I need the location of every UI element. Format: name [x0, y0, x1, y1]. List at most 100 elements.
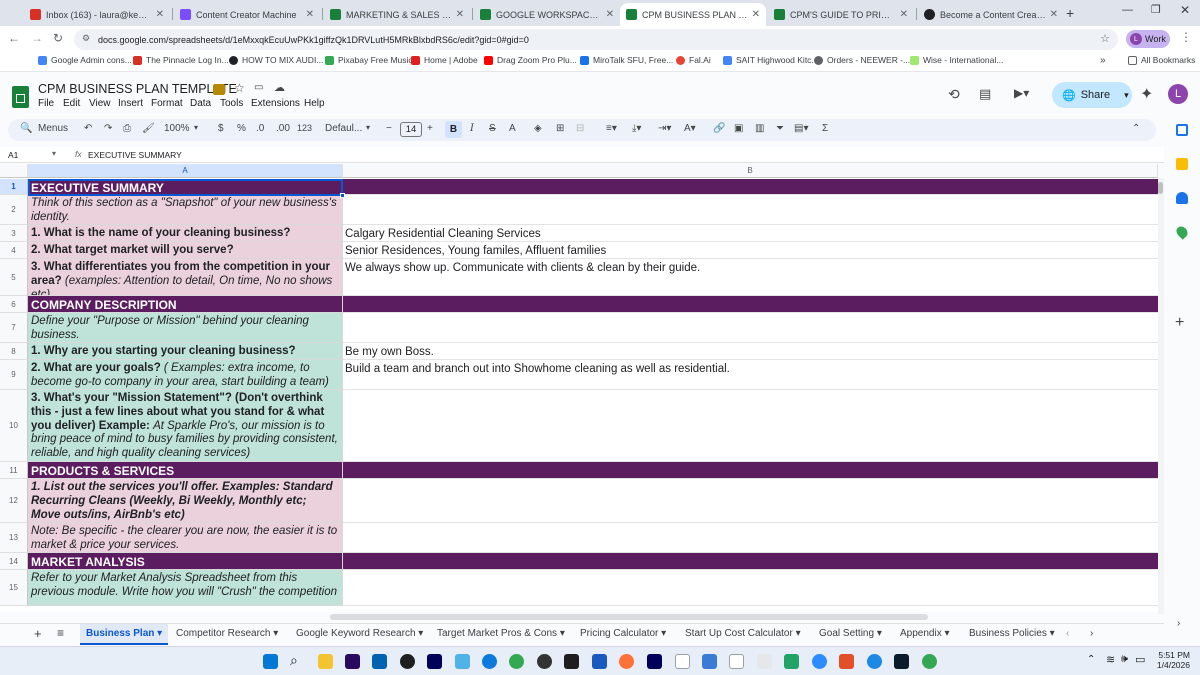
link-icon[interactable]: 🔗 [713, 123, 725, 134]
app-icon[interactable] [784, 654, 799, 669]
row-number[interactable]: 13 [0, 523, 28, 553]
all-sheets-icon[interactable]: ≡ [57, 626, 64, 640]
cell-a6[interactable]: COMPANY DESCRIPTION [28, 296, 343, 313]
bookmark[interactable]: Drag Zoom Pro Plu... [484, 55, 577, 65]
print-icon[interactable]: ⎙ [123, 123, 131, 134]
row-number[interactable]: 3 [0, 225, 28, 242]
italic-button[interactable]: I [470, 123, 474, 134]
cloud-icon[interactable]: ☁ [274, 81, 285, 94]
capcut-icon[interactable] [894, 654, 909, 669]
chrome-icon[interactable] [922, 654, 937, 669]
formula-input[interactable]: EXECUTIVE SUMMARY [88, 150, 182, 160]
bold-button[interactable]: B [445, 121, 462, 138]
cell-a14[interactable]: MARKET ANALYSIS [28, 553, 343, 570]
sheet-tab[interactable]: Appendix ▾ [900, 628, 950, 639]
file-icon[interactable] [675, 654, 690, 669]
gemini-icon[interactable]: ✦ [1140, 84, 1153, 104]
paint-format-icon[interactable]: 🖌 [142, 123, 155, 134]
file-icon[interactable] [729, 654, 744, 669]
clock[interactable]: 5:51 PM 1/4/2026 [1154, 650, 1190, 670]
cell-b8[interactable]: Be my own Boss. [343, 343, 1158, 360]
more-icon[interactable]: ⋮ [1180, 30, 1192, 44]
cell-b2[interactable] [343, 195, 1158, 225]
cell-a7[interactable]: Define your "Purpose or Mission" behind … [28, 313, 343, 343]
new-tab-button[interactable]: + [1066, 5, 1074, 21]
calendar-icon[interactable] [1176, 124, 1188, 136]
account-avatar[interactable]: L [1168, 84, 1188, 104]
cell-b9[interactable]: Build a team and branch out into Showhom… [343, 360, 1158, 390]
app-icon[interactable] [867, 654, 882, 669]
menus-search[interactable]: Menus [38, 123, 68, 134]
functions-icon[interactable]: Σ [822, 123, 828, 134]
cell-a12[interactable]: 1. List out the services you'll offer. E… [28, 479, 343, 523]
cell-b3[interactable]: Calgary Residential Cleaning Services [343, 225, 1158, 242]
collapse-toolbar-icon[interactable]: ⌃ [1132, 123, 1140, 134]
row-number[interactable]: 12 [0, 479, 28, 523]
file-explorer-icon[interactable] [318, 654, 333, 669]
keep-icon[interactable] [1176, 158, 1188, 170]
edge-icon[interactable] [482, 654, 497, 669]
premiere-icon[interactable] [345, 654, 360, 669]
chevron-down-icon[interactable]: ▾ [52, 149, 56, 158]
minimize-button[interactable]: — [1122, 4, 1133, 16]
font-size-increase-icon[interactable]: + [427, 123, 433, 134]
borders-icon[interactable]: ⊞ [556, 123, 564, 134]
scroll-tabs-left-icon[interactable]: ‹ [1066, 628, 1069, 639]
row-number[interactable]: 6 [0, 296, 28, 313]
word-icon[interactable] [592, 654, 607, 669]
cell-b4[interactable]: Senior Residences, Young familes, Afflue… [343, 242, 1158, 259]
more-bookmarks-icon[interactable]: » [1100, 55, 1106, 66]
font-select[interactable]: Defaul... [325, 123, 362, 134]
bookmark[interactable]: Pixabay Free Music [325, 55, 413, 65]
reload-icon[interactable]: ↻ [53, 31, 63, 45]
close-icon[interactable]: ✕ [606, 9, 614, 20]
row-number[interactable]: 10 [0, 390, 28, 462]
expand-panel-icon[interactable]: › [1177, 618, 1180, 629]
start-icon[interactable] [263, 654, 278, 669]
cell-b5[interactable]: We always show up. Communicate with clie… [343, 259, 1158, 296]
cell-a11[interactable]: PRODUCTS & SERVICES [28, 462, 343, 479]
valign-icon[interactable]: ⤓▾ [632, 123, 641, 134]
cell-a10[interactable]: 3. What's your "Mission Statement"? (Don… [28, 390, 343, 462]
share-button[interactable]: 🌐 Share ▾ [1052, 82, 1132, 108]
cell-a3[interactable]: 1. What is the name of your cleaning bus… [28, 225, 343, 242]
row-number[interactable]: 11 [0, 462, 28, 479]
firefox-icon[interactable] [619, 654, 634, 669]
back-icon[interactable]: ← [8, 31, 20, 45]
browser-tab-active[interactable]: CPM BUSINESS PLAN TEMPLAT... ✕ [620, 3, 766, 26]
cell-b15[interactable] [343, 570, 1158, 606]
cell-a2[interactable]: Think of this section as a "Snapshot" of… [28, 195, 343, 225]
browser-tab[interactable]: GOOGLE WORKSPACE & GMAIL... ✕ [474, 3, 620, 26]
name-box[interactable]: A1 [8, 150, 18, 160]
zoom-select[interactable]: 100% [164, 123, 190, 134]
text-wrap-icon[interactable]: ⇥▾ [658, 123, 671, 134]
store-icon[interactable] [372, 654, 387, 669]
app-icon[interactable] [702, 654, 717, 669]
currency-button[interactable]: $ [218, 123, 224, 134]
all-bookmarks[interactable]: All Bookmarks [1128, 55, 1195, 65]
app-icon[interactable] [537, 654, 552, 669]
menu-edit[interactable]: Edit [63, 98, 80, 109]
zoom-icon[interactable] [812, 654, 827, 669]
menu-data[interactable]: Data [190, 98, 211, 109]
search-icon[interactable]: 🔍 [20, 123, 32, 134]
close-icon[interactable]: ✕ [456, 9, 464, 20]
bookmark-star-icon[interactable]: ☆ [1100, 32, 1110, 45]
sheet-tab[interactable]: Start Up Cost Calculator ▾ [685, 628, 801, 639]
bookmark[interactable]: SAIT Highwood Kitc... [723, 55, 819, 65]
menu-tools[interactable]: Tools [220, 98, 243, 109]
row-number[interactable]: 9 [0, 360, 28, 390]
close-icon[interactable]: ✕ [156, 9, 164, 20]
menu-help[interactable]: Help [304, 98, 325, 109]
redo-icon[interactable]: ↷ [104, 123, 112, 134]
bookmark[interactable]: HOW TO MIX AUDI... [229, 55, 323, 65]
search-icon[interactable]: ⌕ [290, 652, 298, 669]
fill-color-icon[interactable]: ◈ [534, 123, 542, 134]
sheet-tab-active[interactable]: Business Plan ▾ [80, 624, 169, 645]
url-bar[interactable]: ⚙ docs.google.com/spreadsheets/d/1eMxxqk… [74, 29, 1118, 50]
font-size-decrease-icon[interactable]: − [386, 123, 392, 134]
cell-b7[interactable] [343, 313, 1158, 343]
undo-icon[interactable]: ↶ [84, 123, 92, 134]
cell-b10[interactable] [343, 390, 1158, 462]
close-window-button[interactable]: ✕ [1180, 3, 1190, 17]
